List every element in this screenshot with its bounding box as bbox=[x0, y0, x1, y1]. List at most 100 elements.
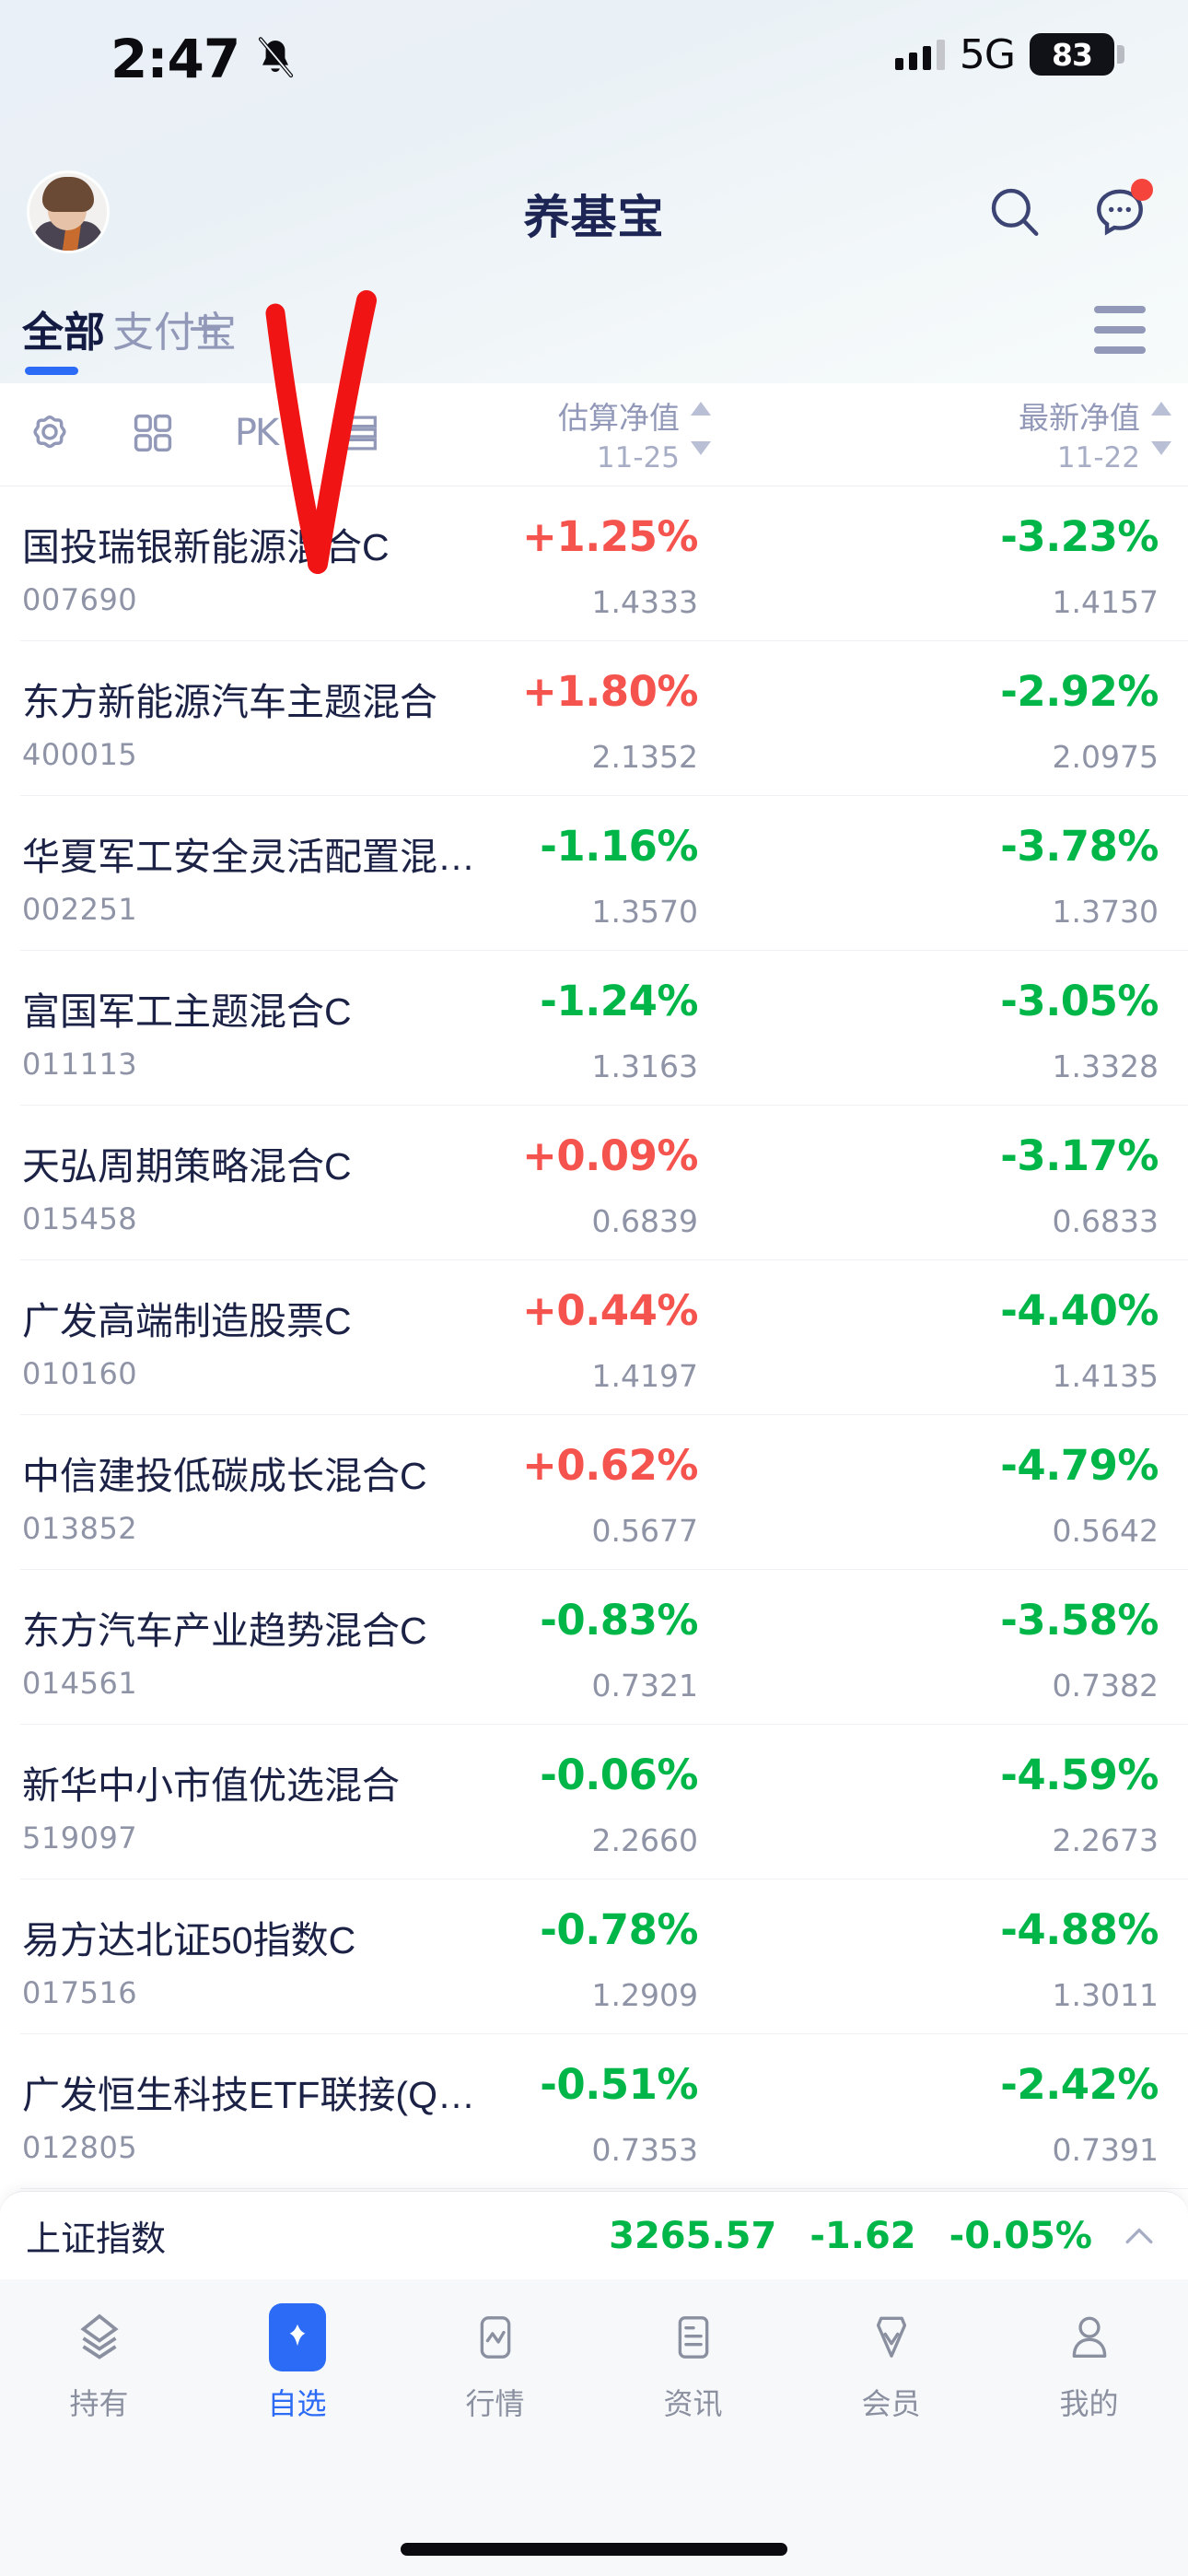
nav-label: 会员 bbox=[861, 2387, 921, 2420]
index-value: 3265.57 bbox=[609, 2214, 777, 2257]
person-icon bbox=[1059, 2307, 1120, 2368]
nav-item-holdings[interactable]: 持有 bbox=[0, 2307, 198, 2423]
nav-value: 1.3011 bbox=[1052, 1977, 1159, 2013]
pk-compare-icon[interactable]: PK bbox=[227, 404, 285, 463]
hamburger-menu-icon[interactable] bbox=[1094, 306, 1151, 354]
nav-item-news[interactable]: 资讯 bbox=[594, 2307, 792, 2423]
list-toolbar: PK 估算净值 11-25 最新净值 11-22 bbox=[0, 383, 1188, 486]
settings-gear-icon[interactable] bbox=[20, 404, 79, 463]
table-row[interactable]: 华夏军工安全灵活配置混… 002251 -1.16% 1.3570 -3.78%… bbox=[0, 796, 1188, 951]
index-change: -1.62 bbox=[809, 2214, 916, 2257]
nav-change: -4.79% bbox=[1000, 1441, 1159, 1490]
sort-toggle-estimate[interactable] bbox=[691, 402, 711, 455]
network-type: 5G bbox=[959, 30, 1016, 78]
bottom-navigation: 持有 自选 行情 资讯 会员 我的 bbox=[0, 2279, 1188, 2576]
fund-name: 新华中小市值优选混合 bbox=[22, 1764, 400, 1807]
column-title: 估算净值 bbox=[558, 401, 680, 435]
header-actions bbox=[980, 177, 1155, 247]
estimate-change: +0.09% bbox=[522, 1131, 698, 1180]
nav-change: -4.40% bbox=[1000, 1286, 1159, 1335]
estimate-change: -1.24% bbox=[540, 977, 698, 1025]
search-button[interactable] bbox=[980, 177, 1050, 247]
table-row[interactable]: 东方新能源汽车主题混合 400015 +1.80% 2.1352 -2.92% … bbox=[0, 641, 1188, 796]
view-tools: PK bbox=[20, 404, 389, 463]
fund-code: 002251 bbox=[22, 892, 138, 927]
membership-badge-icon bbox=[861, 2307, 922, 2368]
table-row[interactable]: 新华中小市值优选混合 519097 -0.06% 2.2660 -4.59% 2… bbox=[0, 1725, 1188, 1879]
fund-code: 012805 bbox=[22, 2130, 138, 2165]
nav-label: 持有 bbox=[69, 2387, 129, 2420]
sort-toggle-nav[interactable] bbox=[1151, 402, 1171, 455]
fund-name: 华夏军工安全灵活配置混… bbox=[22, 836, 475, 878]
plus-icon bbox=[190, 313, 221, 345]
list-view-icon[interactable] bbox=[330, 404, 389, 463]
estimate-value: 0.5677 bbox=[591, 1513, 698, 1549]
table-row[interactable]: 富国军工主题混合C 011113 -1.24% 1.3163 -3.05% 1.… bbox=[0, 951, 1188, 1106]
estimate-value: 0.6839 bbox=[591, 1203, 698, 1239]
nav-value: 0.6833 bbox=[1052, 1203, 1159, 1239]
nav-label: 行情 bbox=[465, 2387, 525, 2420]
tab-all[interactable]: 全部 bbox=[22, 286, 105, 370]
fund-code: 011113 bbox=[22, 1047, 138, 1082]
index-values: 3265.57 -1.62 -0.05% bbox=[609, 2215, 1092, 2257]
status-right-cluster: 5G 83 bbox=[894, 26, 1124, 83]
grid-view-icon[interactable] bbox=[123, 404, 182, 463]
nav-value: 1.4157 bbox=[1052, 584, 1159, 620]
status-bar: 2:47 5G 83 bbox=[0, 0, 1188, 122]
estimate-value: 0.7353 bbox=[591, 2132, 698, 2168]
nav-change: -4.88% bbox=[1000, 1905, 1159, 1954]
fund-name: 广发恒生科技ETF联接(Q… bbox=[22, 2074, 475, 2116]
table-row[interactable]: 东方汽车产业趋势混合C 014561 -0.83% 0.7321 -3.58% … bbox=[0, 1570, 1188, 1725]
estimate-value: 2.1352 bbox=[591, 739, 698, 775]
nav-item-watchlist[interactable]: 自选 bbox=[198, 2303, 396, 2423]
estimate-value: 0.7321 bbox=[591, 1668, 698, 1704]
chat-button[interactable] bbox=[1085, 177, 1155, 247]
estimate-value: 2.2660 bbox=[591, 1822, 698, 1858]
nav-item-profile[interactable]: 我的 bbox=[990, 2307, 1188, 2423]
table-row[interactable]: 广发恒生科技ETF联接(Q… 012805 -0.51% 0.7353 -2.4… bbox=[0, 2034, 1188, 2189]
table-row[interactable]: 天弘周期策略混合C 015458 +0.09% 0.6839 -3.17% 0.… bbox=[0, 1106, 1188, 1260]
fund-code: 017516 bbox=[22, 1975, 138, 2010]
nav-label: 自选 bbox=[267, 2387, 327, 2420]
nav-change: -3.58% bbox=[1000, 1596, 1159, 1645]
column-header-nav[interactable]: 最新净值 11-22 bbox=[947, 398, 1140, 477]
estimate-value: 1.3163 bbox=[591, 1048, 698, 1084]
table-row[interactable]: 广发高端制造股票C 010160 +0.44% 1.4197 -4.40% 1.… bbox=[0, 1260, 1188, 1415]
nav-item-market[interactable]: 行情 bbox=[396, 2307, 594, 2423]
nav-value: 0.7391 bbox=[1052, 2132, 1159, 2168]
nav-value: 2.0975 bbox=[1052, 739, 1159, 775]
fund-code: 010160 bbox=[22, 1356, 138, 1391]
column-header-estimate[interactable]: 估算净值 11-25 bbox=[486, 398, 680, 477]
market-chart-icon bbox=[465, 2307, 526, 2368]
chevron-up-icon[interactable] bbox=[1118, 2215, 1160, 2257]
estimate-change: -0.51% bbox=[540, 2060, 698, 2109]
estimate-change: +0.44% bbox=[522, 1286, 698, 1335]
nav-item-membership[interactable]: 会员 bbox=[792, 2307, 990, 2423]
nav-value: 1.3730 bbox=[1052, 894, 1159, 930]
fund-name: 易方达北证50指数C bbox=[22, 1919, 356, 1961]
status-time: 2:47 bbox=[111, 28, 240, 90]
fund-list[interactable]: 国投瑞银新能源混合C 007690 +1.25% 1.4333 -3.23% 1… bbox=[0, 486, 1188, 2200]
table-row[interactable]: 易方达北证50指数C 017516 -0.78% 1.2909 -4.88% 1… bbox=[0, 1879, 1188, 2034]
estimate-change: -0.83% bbox=[540, 1596, 698, 1645]
market-index-bar[interactable]: 上证指数 3265.57 -1.62 -0.05% bbox=[0, 2191, 1188, 2279]
estimate-change: -0.78% bbox=[540, 1905, 698, 1954]
fund-name: 中信建投低碳成长混合C bbox=[22, 1455, 427, 1497]
column-date: 11-25 bbox=[596, 440, 680, 474]
table-row[interactable]: 国投瑞银新能源混合C 007690 +1.25% 1.4333 -3.23% 1… bbox=[0, 486, 1188, 641]
add-tab-button[interactable] bbox=[182, 306, 228, 352]
nav-value: 1.4135 bbox=[1052, 1358, 1159, 1394]
fund-code: 519097 bbox=[22, 1821, 138, 1856]
nav-label: 资讯 bbox=[663, 2387, 723, 2420]
fund-name: 广发高端制造股票C bbox=[22, 1300, 352, 1342]
estimate-change: +1.25% bbox=[522, 512, 698, 561]
category-tabs: 全部 支付宝 bbox=[0, 286, 1188, 383]
nav-change: -2.92% bbox=[1000, 667, 1159, 716]
nav-change: -2.42% bbox=[1000, 2060, 1159, 2109]
nav-value: 2.2673 bbox=[1052, 1822, 1159, 1858]
estimate-change: +1.80% bbox=[522, 667, 698, 716]
signal-bars-icon bbox=[894, 39, 945, 70]
home-indicator bbox=[401, 2543, 787, 2556]
table-row[interactable]: 中信建投低碳成长混合C 013852 +0.62% 0.5677 -4.79% … bbox=[0, 1415, 1188, 1570]
column-date: 11-22 bbox=[1056, 440, 1140, 474]
